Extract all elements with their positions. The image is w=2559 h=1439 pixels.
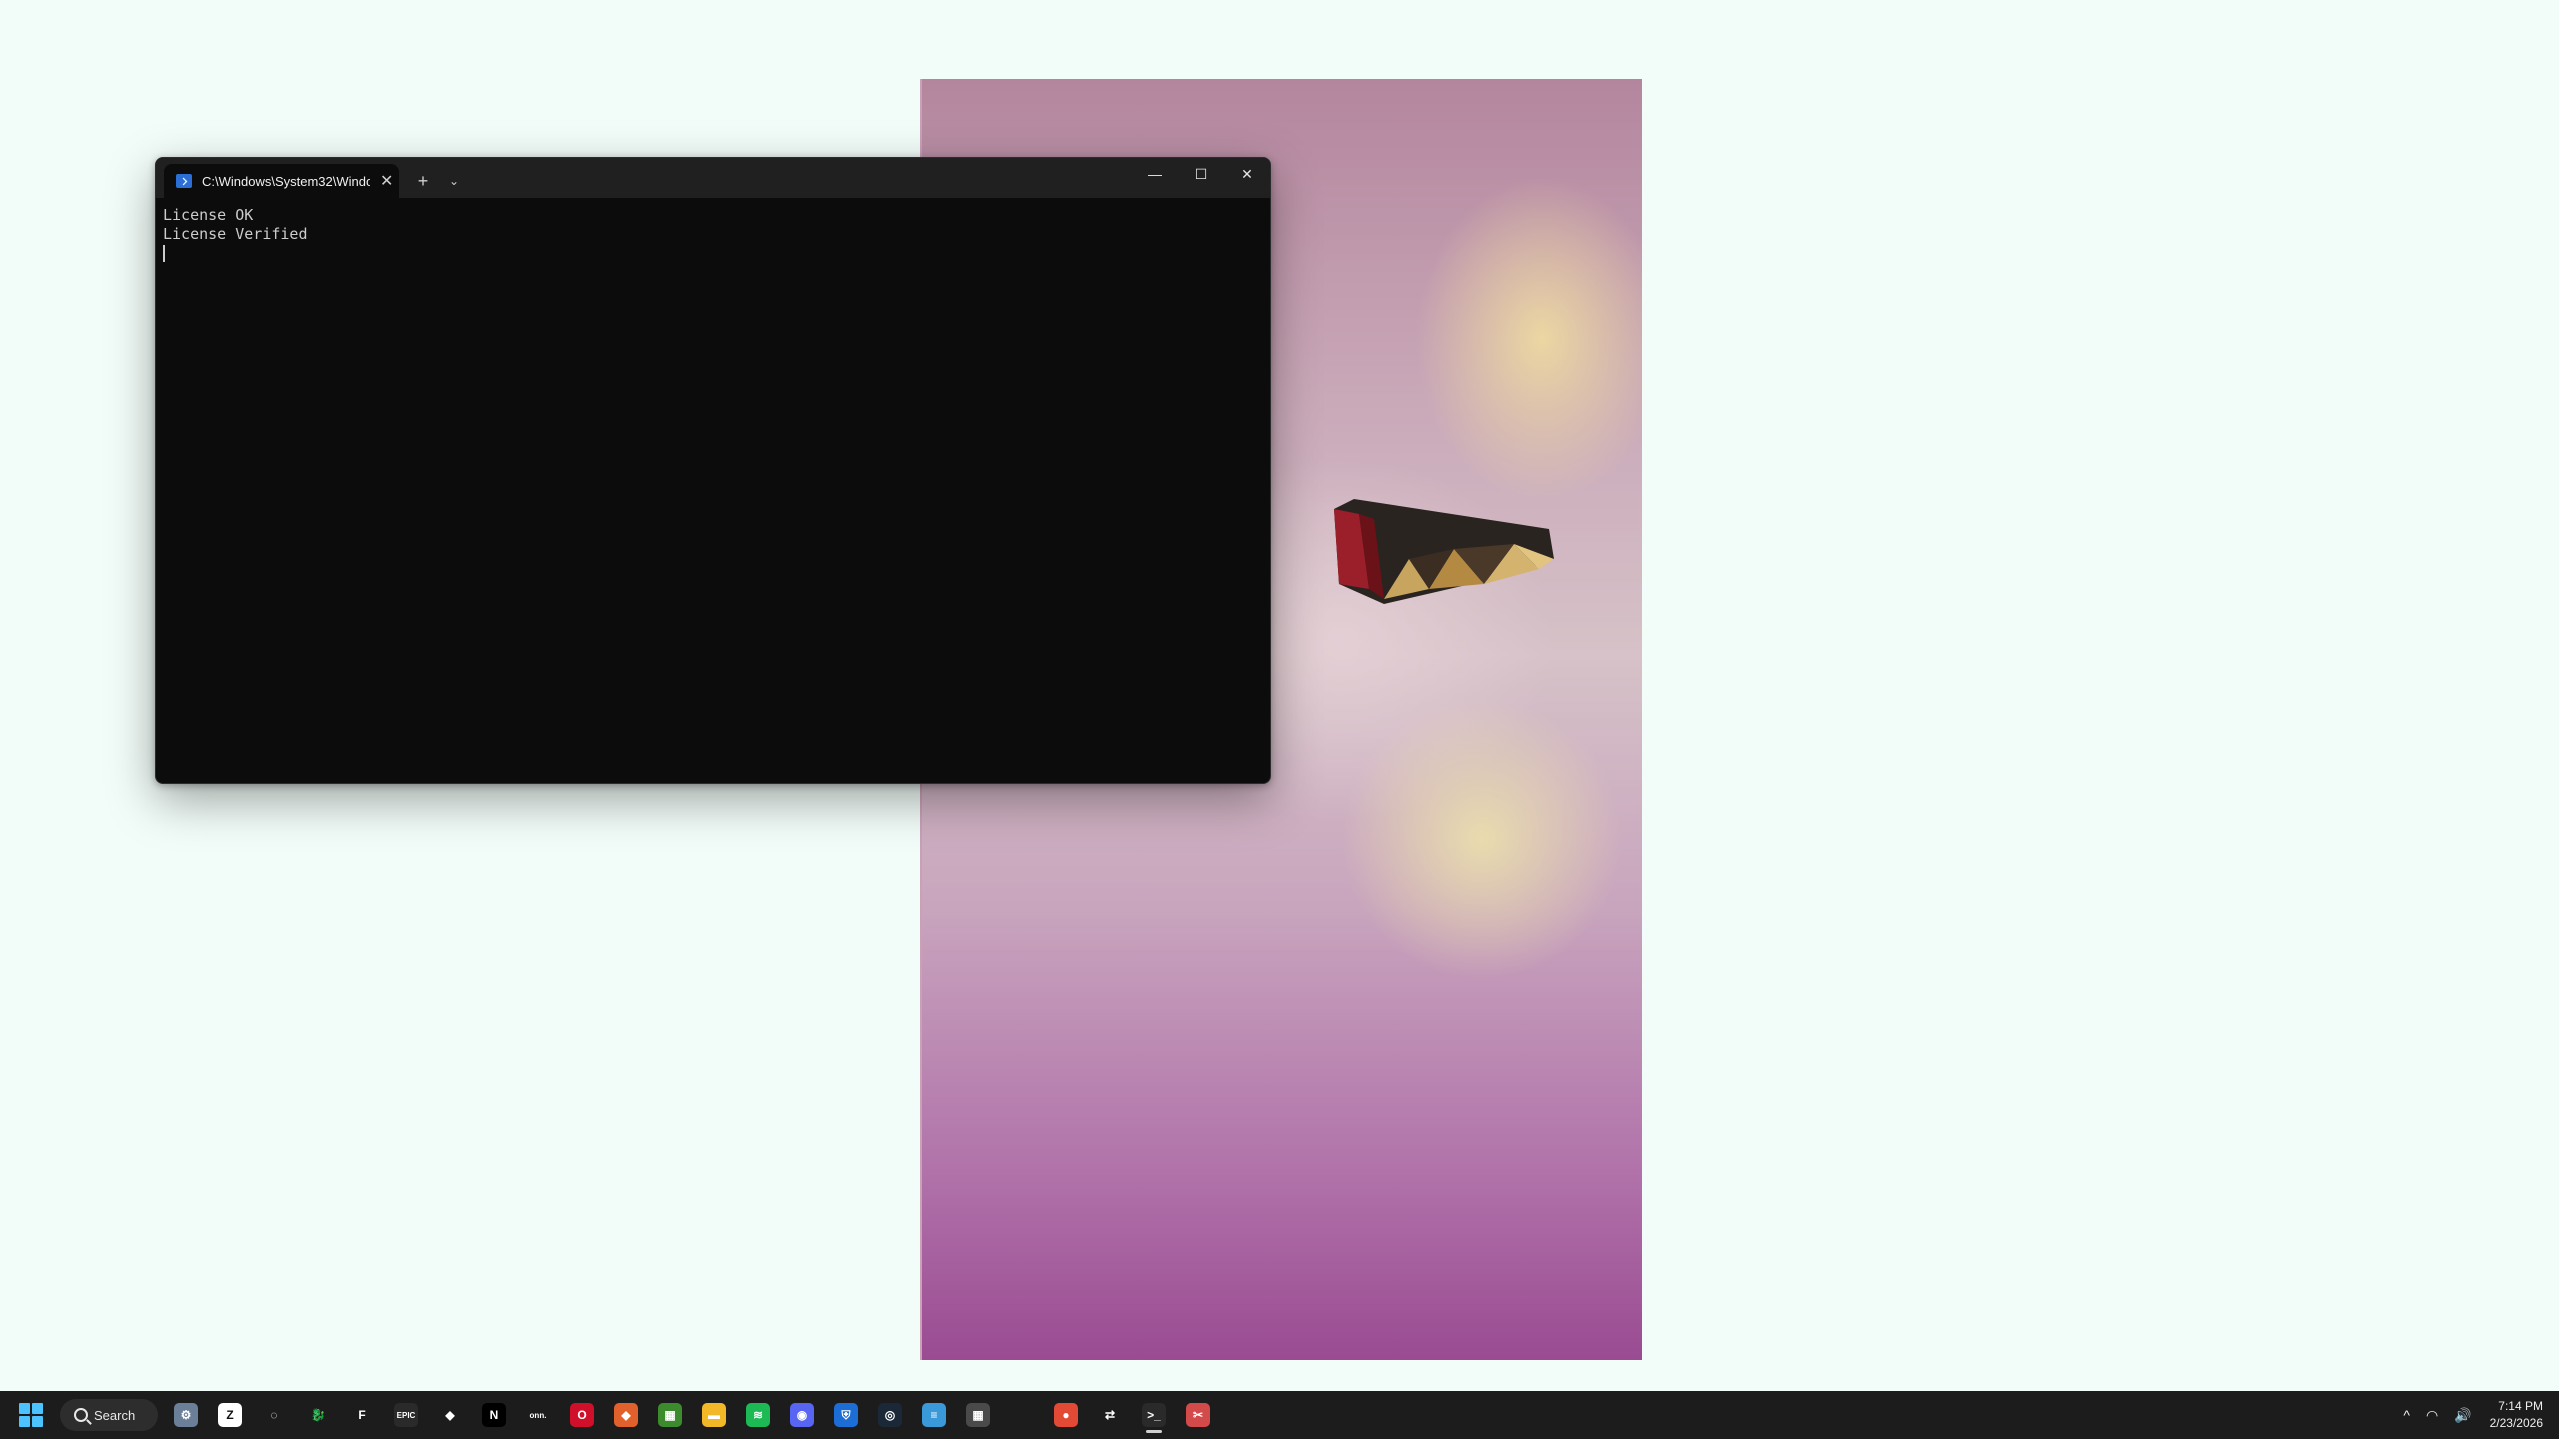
- steam-icon: ◎: [878, 1403, 902, 1427]
- taskbar-app-steam[interactable]: ◎: [868, 1395, 912, 1435]
- output-line: License OK: [163, 206, 254, 224]
- clock[interactable]: 7:14 PM 2/23/2026: [2490, 1398, 2543, 1432]
- taskbar-app-file-explorer[interactable]: ▬: [692, 1395, 736, 1435]
- mask-icon: ◆: [438, 1403, 462, 1427]
- brave-icon: ◆: [614, 1403, 638, 1427]
- start-button[interactable]: [19, 1403, 43, 1427]
- taskbar-app-brave[interactable]: ◆: [604, 1395, 648, 1435]
- maximize-button[interactable]: ☐: [1178, 158, 1224, 190]
- system-tray: ^ ◠ 🔊 7:14 PM 2/23/2026: [2395, 1391, 2559, 1439]
- opera-icon: O: [570, 1403, 594, 1427]
- taskbar-app-mask[interactable]: ◆: [428, 1395, 472, 1435]
- taskbar-app-discord[interactable]: ◉: [780, 1395, 824, 1435]
- taskbar: Search ⚙ Z ◌ 🐉 F EPIC ◆ Nonn. O ◆ ▦ ▬ ≋ ◉ ⛨ ◎ ≡ ▦ ● ⇄ >_ ✂ ^ …: [0, 1391, 2559, 1439]
- clock-date: 2/23/2026: [2489, 1416, 2543, 1430]
- taskbar-app-epic-games[interactable]: EPIC: [384, 1395, 428, 1435]
- terminal-window[interactable]: C:\Windows\System32\Windo ✕ + ⌄ — ☐ ✕ Li…: [155, 157, 1271, 784]
- taskbar-app-dragon[interactable]: 🐉: [296, 1395, 340, 1435]
- taskbar-app-nvidia[interactable]: N: [472, 1395, 516, 1435]
- search-button[interactable]: Search: [60, 1399, 158, 1431]
- chevron-down-icon[interactable]: ⌄: [441, 164, 467, 198]
- taskbar-app-opera[interactable]: O: [560, 1395, 604, 1435]
- windows-logo-icon: [19, 1403, 30, 1414]
- terminal-output[interactable]: License OK License Verified: [156, 198, 1270, 271]
- taskbar-app-settings[interactable]: ⚙: [164, 1395, 208, 1435]
- taskbar-app-calculator[interactable]: ▦: [956, 1395, 1000, 1435]
- terminal-tab[interactable]: C:\Windows\System32\Windo ✕: [164, 164, 399, 198]
- taskbar-app-terminal[interactable]: >_: [1132, 1395, 1176, 1435]
- window-controls: — ☐ ✕: [1132, 158, 1270, 190]
- discord-icon: ◉: [790, 1403, 814, 1427]
- taskbar-app-snipping-tool[interactable]: ✂: [1176, 1395, 1220, 1435]
- taskbar-app-fortnite[interactable]: F: [340, 1395, 384, 1435]
- prompt-line: [163, 244, 1263, 263]
- taskbar-app-ring[interactable]: ◌: [252, 1395, 296, 1435]
- output-line: License Verified: [163, 225, 308, 243]
- taskbar-app-defender[interactable]: ⛨: [824, 1395, 868, 1435]
- chrome-icon: ●: [1054, 1403, 1078, 1427]
- notepad-icon: ≡: [922, 1403, 946, 1427]
- notion-like-icon: Z: [218, 1403, 242, 1427]
- taskbar-app-onn[interactable]: onn.: [516, 1395, 560, 1435]
- defender-icon: ⛨: [834, 1403, 858, 1427]
- minecraft-icon: ▦: [658, 1403, 682, 1427]
- new-tab-button[interactable]: +: [405, 164, 441, 198]
- epic-games-icon: EPIC: [394, 1403, 418, 1427]
- fortnite-icon: F: [350, 1403, 374, 1427]
- search-label: Search: [94, 1407, 136, 1423]
- origami-plane-image: [1334, 499, 1554, 604]
- blank-app-icon: [1010, 1403, 1034, 1427]
- taskbar-app-notepad[interactable]: ≡: [912, 1395, 956, 1435]
- powershell-icon: [176, 174, 192, 188]
- taskbar-app-minecraft[interactable]: ▦: [648, 1395, 692, 1435]
- close-tab-icon[interactable]: ✕: [380, 171, 393, 191]
- terminal-titlebar[interactable]: C:\Windows\System32\Windo ✕ + ⌄ — ☐ ✕: [156, 158, 1270, 198]
- taskbar-app-spotify[interactable]: ≋: [736, 1395, 780, 1435]
- close-button[interactable]: ✕: [1224, 158, 1270, 190]
- wifi-icon[interactable]: ◠: [2426, 1407, 2438, 1424]
- clock-time: 7:14 PM: [2498, 1399, 2543, 1413]
- arrows-icon: ⇄: [1098, 1403, 1122, 1427]
- text-cursor: [163, 245, 165, 262]
- onn-icon: onn.: [526, 1403, 550, 1427]
- nvidia-icon: N: [482, 1403, 506, 1427]
- file-explorer-icon: ▬: [702, 1403, 726, 1427]
- taskbar-app-arrows[interactable]: ⇄: [1088, 1395, 1132, 1435]
- pinned-apps: ⚙ Z ◌ 🐉 F EPIC ◆ Nonn. O ◆ ▦ ▬ ≋ ◉ ⛨ ◎ ≡ ▦ ● ⇄ >_ ✂: [164, 1395, 1220, 1435]
- calculator-icon: ▦: [966, 1403, 990, 1427]
- dragon-icon: 🐉: [306, 1403, 330, 1427]
- tab-title: C:\Windows\System32\Windo: [202, 173, 370, 189]
- taskbar-app-chrome[interactable]: ●: [1044, 1395, 1088, 1435]
- taskbar-app-notion-like[interactable]: Z: [208, 1395, 252, 1435]
- ring-icon: ◌: [262, 1403, 286, 1427]
- search-icon: [74, 1408, 88, 1422]
- spotify-icon: ≋: [746, 1403, 770, 1427]
- snipping-tool-icon: ✂: [1186, 1403, 1210, 1427]
- minimize-button[interactable]: —: [1132, 158, 1178, 190]
- volume-icon[interactable]: 🔊: [2454, 1407, 2471, 1424]
- terminal-icon: >_: [1142, 1403, 1166, 1427]
- show-hidden-icons-chevron[interactable]: ^: [2403, 1407, 2410, 1423]
- settings-icon: ⚙: [174, 1403, 198, 1427]
- taskbar-app-blank-app[interactable]: [1000, 1395, 1044, 1435]
